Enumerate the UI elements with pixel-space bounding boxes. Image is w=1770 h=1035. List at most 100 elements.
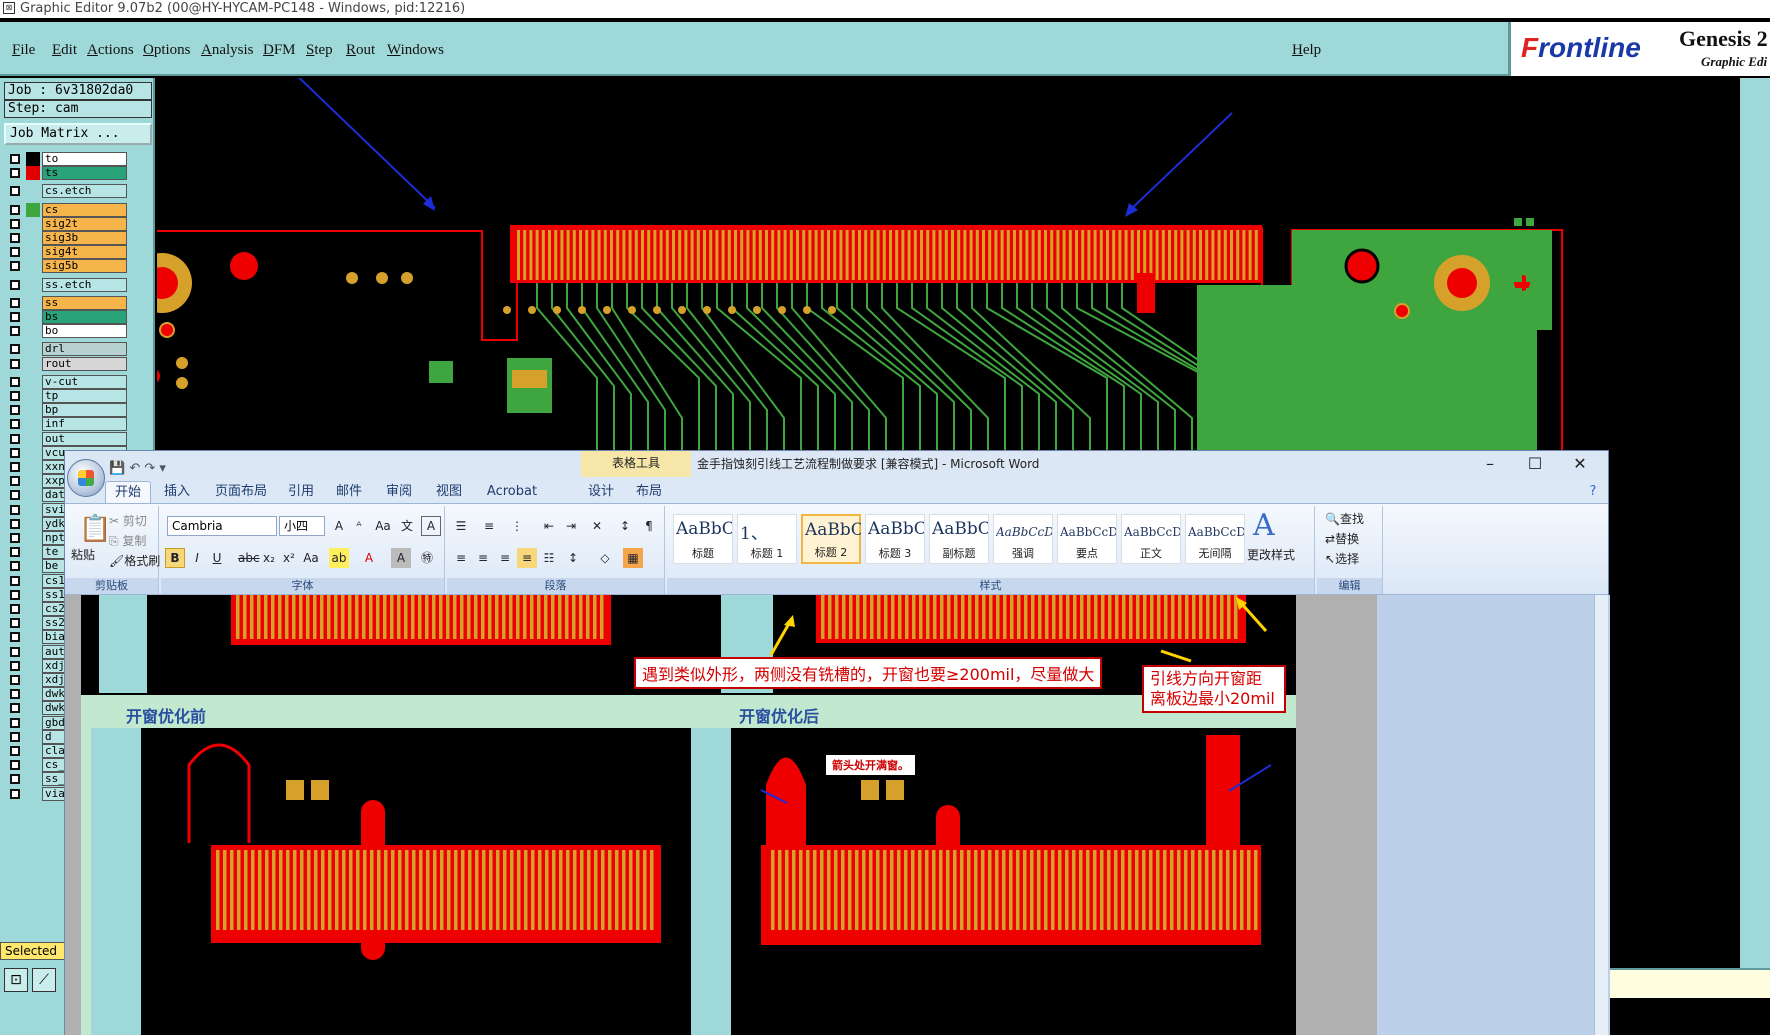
layer-checkbox[interactable] <box>10 632 20 643</box>
tab-page-layout[interactable]: 页面布局 <box>205 481 277 503</box>
job-matrix-button[interactable]: Job Matrix ... <box>4 123 152 145</box>
layer-name[interactable]: cs.etch <box>42 184 127 199</box>
change-case-icon[interactable]: Aa <box>301 548 321 568</box>
show-marks-icon[interactable]: ¶ <box>639 516 659 536</box>
layer-checkbox[interactable] <box>10 358 20 369</box>
layer-checkbox[interactable] <box>10 476 20 487</box>
layer-checkbox[interactable] <box>10 405 20 416</box>
style-7[interactable]: AaBbCcDd 正文 <box>1121 514 1181 564</box>
layer-checkbox[interactable] <box>10 376 20 387</box>
layer-row[interactable]: bo <box>4 324 154 339</box>
layer-checkbox[interactable] <box>10 518 20 529</box>
tab-mailings[interactable]: 邮件 <box>327 481 371 503</box>
layer-checkbox[interactable] <box>10 490 20 501</box>
layer-checkbox[interactable] <box>10 703 20 714</box>
maximize-icon[interactable]: ☐ <box>1515 451 1555 477</box>
subscript-icon[interactable]: x₂ <box>259 548 279 568</box>
align-center-icon[interactable]: ≡ <box>473 548 493 568</box>
menu-actions[interactable]: Actions <box>87 42 134 59</box>
save-icon[interactable]: 💾 <box>109 461 125 476</box>
layer-checkbox[interactable] <box>10 344 20 355</box>
layer-row[interactable]: cs <box>4 202 154 217</box>
increase-indent-icon[interactable]: ⇥ <box>561 516 581 536</box>
layer-checkbox[interactable] <box>10 186 20 197</box>
bold-icon[interactable]: B <box>165 548 185 568</box>
select-button[interactable]: ↖选择 <box>1325 550 1359 567</box>
multilevel-list-icon[interactable]: ⋮ <box>507 516 527 536</box>
format-painter-button[interactable]: 🖌格式刷 <box>109 552 160 569</box>
italic-icon[interactable]: I <box>187 548 207 568</box>
layer-checkbox[interactable] <box>10 788 20 799</box>
style-3[interactable]: AaBbC 标题 3 <box>865 514 925 564</box>
layer-row[interactable]: bp <box>4 403 154 418</box>
layer-name[interactable]: v-cut <box>42 374 127 389</box>
layer-checkbox[interactable] <box>10 233 20 243</box>
layer-name[interactable]: bp <box>42 403 127 418</box>
layer-row[interactable]: rout <box>4 356 154 371</box>
layer-row[interactable]: sig5b <box>4 259 154 274</box>
paste-icon[interactable]: 📋 <box>79 514 111 544</box>
layer-checkbox[interactable] <box>10 326 20 337</box>
qat-dropdown-icon[interactable]: ▾ <box>159 461 166 476</box>
layer-checkbox[interactable] <box>10 279 20 290</box>
style-5[interactable]: AaBbCcDd 强调 <box>993 514 1053 564</box>
layer-name[interactable]: ss.etch <box>42 277 127 292</box>
menu-help[interactable]: Help <box>1292 42 1321 59</box>
layer-checkbox[interactable] <box>10 168 20 179</box>
select-box-icon[interactable]: ⊡ <box>4 968 28 992</box>
layer-checkbox[interactable] <box>10 261 20 272</box>
style-1[interactable]: 1、 标题 1 <box>737 514 797 564</box>
menu-dfm[interactable]: DFM <box>263 42 296 59</box>
layer-name[interactable]: tp <box>42 389 127 403</box>
layer-name[interactable]: cs <box>42 202 127 217</box>
bullets-icon[interactable]: ☰ <box>451 516 471 536</box>
redo-icon[interactable]: ↷ <box>144 461 155 476</box>
layer-checkbox[interactable] <box>10 419 20 430</box>
phonetic-icon[interactable]: 文 <box>397 516 417 536</box>
layer-checkbox[interactable] <box>10 675 20 685</box>
minimize-icon[interactable]: – <box>1470 451 1510 477</box>
layer-checkbox[interactable] <box>10 447 20 458</box>
change-styles-icon[interactable]: A <box>1253 508 1275 543</box>
pcb-canvas[interactable] <box>157 78 1740 450</box>
copy-button[interactable]: ⎘ 复制 <box>109 532 146 549</box>
vertical-scrollbar[interactable] <box>1594 595 1608 1035</box>
tab-home[interactable]: 开始 <box>105 481 151 503</box>
justify-icon[interactable]: ≡ <box>517 548 537 568</box>
underline-icon[interactable]: U <box>207 548 227 568</box>
layer-checkbox[interactable] <box>10 547 20 558</box>
enclose-char-icon[interactable]: ㊕ <box>417 548 437 568</box>
layer-checkbox[interactable] <box>10 774 20 785</box>
style-4[interactable]: AaBbC 副标题 <box>929 514 989 564</box>
layer-name[interactable]: bs <box>42 310 127 324</box>
layer-checkbox[interactable] <box>10 604 20 614</box>
style-8[interactable]: AaBbCcDd 无间隔 <box>1185 514 1245 564</box>
layer-name[interactable]: sig5b <box>42 259 127 274</box>
decrease-indent-icon[interactable]: ⇤ <box>539 516 559 536</box>
layer-checkbox[interactable] <box>10 746 20 756</box>
superscript-icon[interactable]: x² <box>279 548 299 568</box>
layer-row[interactable]: drl <box>4 342 154 357</box>
layer-checkbox[interactable] <box>10 218 20 229</box>
strikethrough-icon[interactable]: abc <box>237 548 260 568</box>
find-button[interactable]: 🔍查找 <box>1325 510 1364 527</box>
style-0[interactable]: AaBbC 标题 <box>673 514 733 564</box>
layer-checkbox[interactable] <box>10 391 20 401</box>
layer-checkbox[interactable] <box>10 433 20 444</box>
layer-checkbox[interactable] <box>10 760 20 771</box>
chinese-layout-icon[interactable]: ✕ <box>587 516 607 536</box>
font-color-icon[interactable]: A <box>359 548 379 568</box>
font-size-combo[interactable]: 小四 <box>279 516 325 536</box>
layer-checkbox[interactable] <box>10 247 20 258</box>
layer-checkbox[interactable] <box>10 462 20 472</box>
layer-checkbox[interactable] <box>10 204 20 215</box>
layer-row[interactable]: to <box>4 152 154 166</box>
layer-row[interactable]: inf <box>4 417 154 432</box>
line-spacing-icon[interactable]: ↕ <box>563 548 583 568</box>
distribute-icon[interactable]: ☷ <box>539 548 559 568</box>
layer-name[interactable]: ts <box>42 166 127 181</box>
layer-row[interactable]: v-cut <box>4 374 154 389</box>
change-styles-button[interactable]: 更改样式 <box>1247 546 1295 563</box>
menu-analysis[interactable]: Analysis <box>201 42 254 59</box>
layer-name[interactable]: rout <box>42 356 127 371</box>
